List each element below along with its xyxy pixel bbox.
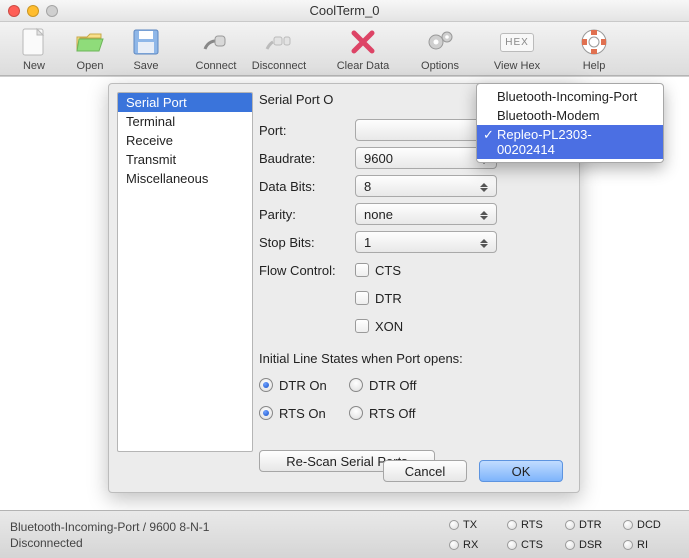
toolbar: New Open Save Connect Disconnect Clear D… xyxy=(0,22,689,76)
initial-states-heading: Initial Line States when Port opens: xyxy=(259,351,571,366)
ok-button[interactable]: OK xyxy=(479,460,563,482)
status-bar: Bluetooth-Incoming-Port / 9600 8-N-1 Dis… xyxy=(0,510,689,558)
led-dot-icon xyxy=(449,520,459,530)
hex-icon: HEX xyxy=(501,26,533,58)
led-dot-icon xyxy=(623,540,633,550)
dtr-checkbox[interactable] xyxy=(355,291,369,305)
category-terminal[interactable]: Terminal xyxy=(118,112,252,131)
xon-label: XON xyxy=(375,319,403,334)
rts-off-radio[interactable] xyxy=(349,406,363,420)
plug-disconnect-icon xyxy=(263,26,295,58)
chevron-updown-icon xyxy=(476,207,492,223)
databits-label: Data Bits: xyxy=(259,179,355,194)
led-tx: TX xyxy=(449,516,505,534)
new-button[interactable]: New xyxy=(8,26,60,72)
category-serial-port[interactable]: Serial Port xyxy=(118,93,252,112)
clear-data-button[interactable]: Clear Data xyxy=(330,26,396,72)
category-list[interactable]: Serial Port Terminal Receive Transmit Mi… xyxy=(117,92,253,452)
led-dot-icon xyxy=(449,540,459,550)
led-rx: RX xyxy=(449,536,505,554)
led-grid: TX RTS DTR DCD RX CTS DSR RI xyxy=(449,516,679,554)
led-dsr: DSR xyxy=(565,536,621,554)
options-button[interactable]: Options xyxy=(414,26,466,72)
connect-button[interactable]: Connect xyxy=(190,26,242,72)
plug-connect-icon xyxy=(200,26,232,58)
led-rts: RTS xyxy=(507,516,563,534)
save-button[interactable]: Save xyxy=(120,26,172,72)
parity-label: Parity: xyxy=(259,207,355,222)
port-label: Port: xyxy=(259,123,355,138)
port-dropdown[interactable]: Bluetooth-Incoming-Port Bluetooth-Modem … xyxy=(476,83,664,163)
view-hex-button[interactable]: HEX View Hex xyxy=(484,26,550,72)
databits-select[interactable]: 8 xyxy=(355,175,497,197)
disconnect-button[interactable]: Disconnect xyxy=(246,26,312,72)
dtr-on-radio[interactable] xyxy=(259,378,273,392)
dtr-off-radio[interactable] xyxy=(349,378,363,392)
cancel-button[interactable]: Cancel xyxy=(383,460,467,482)
chevron-updown-icon xyxy=(476,235,492,251)
folder-open-icon xyxy=(74,26,106,58)
stopbits-select[interactable]: 1 xyxy=(355,231,497,253)
chevron-updown-icon xyxy=(476,179,492,195)
port-option-selected[interactable]: Repleo-PL2303-00202414 xyxy=(477,125,663,159)
led-cts: CTS xyxy=(507,536,563,554)
parity-select[interactable]: none xyxy=(355,203,497,225)
dtr-label: DTR xyxy=(375,291,402,306)
category-transmit[interactable]: Transmit xyxy=(118,150,252,169)
cts-label: CTS xyxy=(375,263,401,278)
rts-on-radio[interactable] xyxy=(259,406,273,420)
led-dot-icon xyxy=(623,520,633,530)
x-icon xyxy=(347,26,379,58)
xon-checkbox[interactable] xyxy=(355,319,369,333)
file-icon xyxy=(18,26,50,58)
category-receive[interactable]: Receive xyxy=(118,131,252,150)
stopbits-label: Stop Bits: xyxy=(259,235,355,250)
status-connection: Bluetooth-Incoming-Port / 9600 8-N-1 xyxy=(10,519,449,535)
lifebuoy-icon xyxy=(578,26,610,58)
led-dot-icon xyxy=(565,540,575,550)
led-dot-icon xyxy=(565,520,575,530)
cts-checkbox[interactable] xyxy=(355,263,369,277)
led-ri: RI xyxy=(623,536,679,554)
gear-icon xyxy=(424,26,456,58)
led-dcd: DCD xyxy=(623,516,679,534)
titlebar: CoolTerm_0 xyxy=(0,0,689,22)
led-dtr: DTR xyxy=(565,516,621,534)
port-option[interactable]: Bluetooth-Incoming-Port xyxy=(477,87,663,106)
open-button[interactable]: Open xyxy=(64,26,116,72)
help-button[interactable]: Help xyxy=(568,26,620,72)
window-title: CoolTerm_0 xyxy=(0,3,689,18)
floppy-icon xyxy=(130,26,162,58)
led-dot-icon xyxy=(507,540,517,550)
baud-label: Baudrate: xyxy=(259,151,355,166)
category-misc[interactable]: Miscellaneous xyxy=(118,169,252,188)
flow-label: Flow Control: xyxy=(259,263,355,278)
led-dot-icon xyxy=(507,520,517,530)
port-option[interactable]: Bluetooth-Modem xyxy=(477,106,663,125)
status-state: Disconnected xyxy=(10,535,449,551)
